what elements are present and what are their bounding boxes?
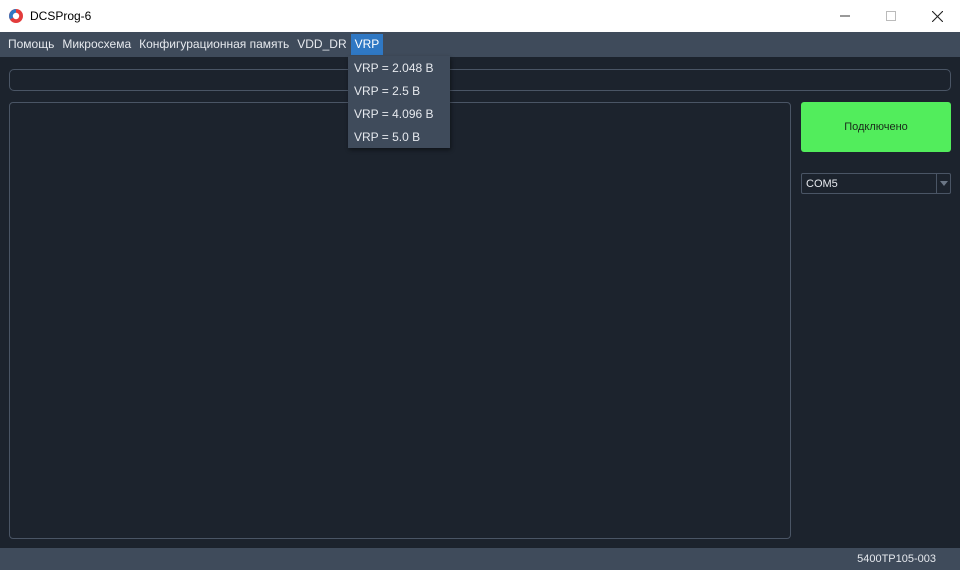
menu-bar: Помощь Микросхема Конфигурационная памят…: [0, 32, 960, 57]
log-output-area[interactable]: [9, 102, 791, 539]
status-bar: 5400ТР105-003: [0, 548, 960, 570]
menu-vdd-dr[interactable]: VDD_DR: [293, 34, 350, 55]
vrp-option-2048[interactable]: VRP = 2.048 В: [348, 57, 450, 80]
window-title: DCSProg-6: [30, 9, 92, 23]
vrp-option-25[interactable]: VRP = 2.5 В: [348, 80, 450, 103]
maximize-icon: [886, 11, 896, 21]
menu-help[interactable]: Помощь: [4, 34, 58, 55]
menu-config-memory[interactable]: Конфигурационная память: [135, 34, 293, 55]
maximize-button[interactable]: [868, 0, 914, 32]
menu-vrp[interactable]: VRP: [350, 34, 384, 55]
title-bar: DCSProg-6: [0, 0, 960, 32]
vrp-dropdown-menu: VRP = 2.048 В VRP = 2.5 В VRP = 4.096 В …: [348, 56, 450, 148]
connect-button-label: Подключено: [844, 121, 908, 133]
port-select-value: COM5: [806, 177, 838, 190]
vrp-option-4096[interactable]: VRP = 4.096 В: [348, 103, 450, 126]
app-logo-icon: [8, 8, 24, 24]
window-controls: [822, 0, 960, 32]
status-device: 5400ТР105-003: [857, 553, 936, 565]
port-select[interactable]: COM5: [801, 173, 951, 194]
minimize-icon: [840, 15, 850, 17]
connect-button[interactable]: Подключено: [801, 102, 951, 152]
close-button[interactable]: [914, 0, 960, 32]
minimize-button[interactable]: [822, 0, 868, 32]
chevron-down-icon[interactable]: [936, 174, 950, 193]
menu-chip[interactable]: Микросхема: [58, 34, 135, 55]
close-icon: [931, 10, 943, 22]
path-field[interactable]: [9, 69, 951, 91]
vrp-option-50[interactable]: VRP = 5.0 В: [348, 126, 450, 149]
